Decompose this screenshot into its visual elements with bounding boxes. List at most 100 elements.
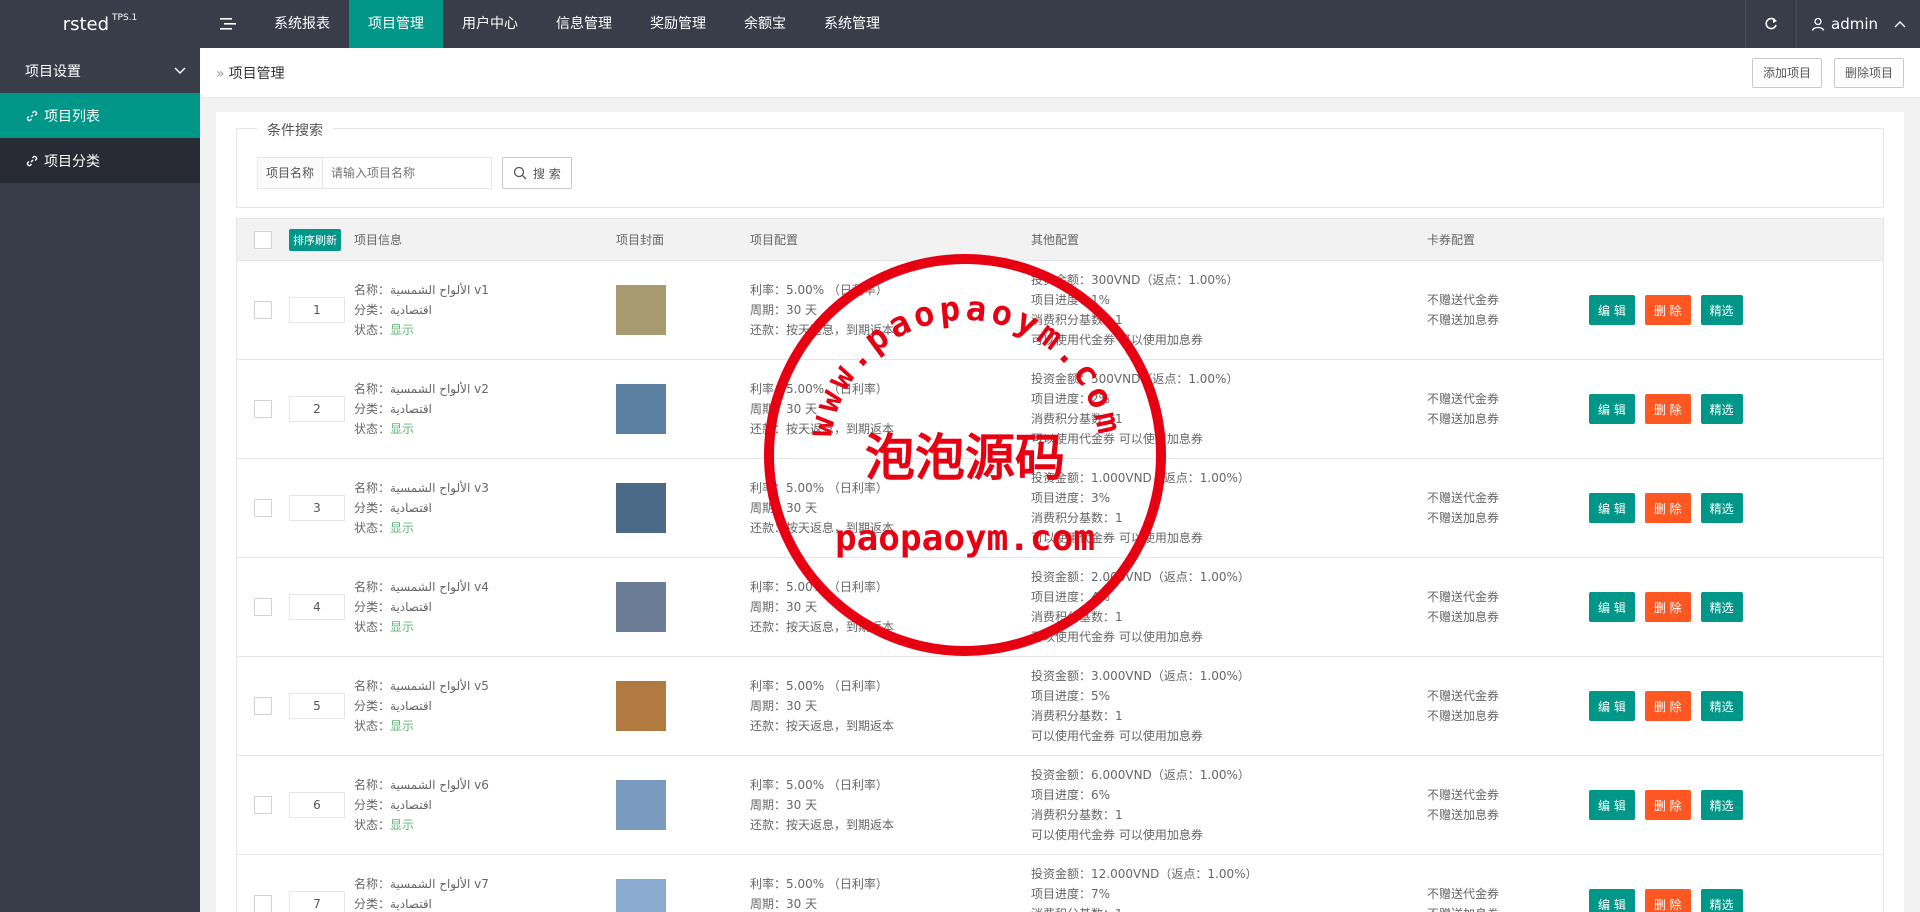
sidebar-item-0[interactable]: 项目列表	[0, 93, 200, 138]
edit-button[interactable]: 编 辑	[1589, 790, 1635, 820]
row-checkbox[interactable]	[254, 400, 272, 418]
config-line: 还款：按天返息，到期返本	[750, 719, 895, 733]
feature-button[interactable]: 精选	[1700, 889, 1743, 912]
sort-input[interactable]: 6	[289, 792, 345, 818]
search-button[interactable]: 搜 索	[502, 157, 572, 189]
feature-button[interactable]: 精选	[1700, 592, 1743, 622]
config-line: 还款：按天返息，到期返本	[750, 422, 895, 436]
nav-item-4[interactable]: 奖励管理	[631, 0, 725, 48]
config-line: 利率：5.00% （日利率）	[750, 382, 888, 396]
status-badge: 显示	[390, 719, 415, 733]
card-line: 不赠送代金券	[1427, 392, 1500, 406]
delete-button[interactable]: 删 除	[1644, 790, 1691, 820]
logo-version: TPS.1	[112, 13, 138, 23]
other-line: 可以使用代金券 可以使用加息券	[1031, 333, 1203, 347]
sidebar: 项目设置 项目列表项目分类	[0, 48, 200, 912]
row-checkbox[interactable]	[254, 499, 272, 517]
card-line: 不赠送代金券	[1427, 887, 1500, 901]
edit-button[interactable]: 编 辑	[1589, 691, 1635, 721]
sort-input[interactable]: 2	[289, 396, 345, 422]
other-line: 消费积分基数：1	[1031, 313, 1123, 327]
row-checkbox[interactable]	[254, 796, 272, 814]
top-nav: 系统报表 项目管理 用户中心 信息管理 奖励管理 余额宝 系统管理	[255, 0, 899, 48]
nav-item-3[interactable]: 信息管理	[537, 0, 631, 48]
header-card: 卡券配置	[1427, 233, 1476, 247]
info-line: 分类：اقتصادية	[354, 897, 432, 911]
sort-input[interactable]: 4	[289, 594, 345, 620]
edit-button[interactable]: 编 辑	[1589, 295, 1635, 325]
config-line: 还款：按天返息，到期返本	[750, 620, 895, 634]
sort-input[interactable]: 3	[289, 495, 345, 521]
sort-input[interactable]: 5	[289, 693, 345, 719]
edit-button[interactable]: 编 辑	[1589, 592, 1635, 622]
row-checkbox[interactable]	[254, 598, 272, 616]
info-line: 名称：الألواح الشمسية v6	[354, 778, 489, 792]
other-line: 可以使用代金券 可以使用加息券	[1031, 531, 1203, 545]
status-badge: 显示	[390, 818, 415, 832]
config-line: 周期：30 天	[750, 897, 818, 911]
feature-button[interactable]: 精选	[1700, 691, 1743, 721]
info-line: 分类：اقتصادية	[354, 402, 432, 416]
search-input[interactable]	[322, 157, 493, 189]
row-checkbox[interactable]	[254, 301, 272, 319]
status-badge: 显示	[390, 422, 415, 436]
info-line: 名称：الألواح الشمسية v5	[354, 679, 489, 693]
project-cover-image	[616, 879, 666, 912]
other-line: 投资金额：300VND（返点：1.00%）	[1031, 273, 1239, 287]
status-badge: 显示	[390, 620, 415, 634]
delete-button[interactable]: 删 除	[1644, 295, 1691, 325]
other-line: 投资金额：500VND（返点：1.00%）	[1031, 372, 1239, 386]
edit-button[interactable]: 编 辑	[1589, 493, 1635, 523]
feature-button[interactable]: 精选	[1700, 493, 1743, 523]
delete-button[interactable]: 删 除	[1644, 691, 1691, 721]
menu-toggle-icon[interactable]	[200, 0, 255, 48]
header-right: admin	[1745, 0, 1920, 48]
project-cover-image	[616, 582, 666, 632]
user-menu[interactable]: admin	[1797, 15, 1920, 33]
card-line: 不赠送加息券	[1427, 709, 1500, 723]
config-line: 周期：30 天	[750, 699, 818, 713]
other-line: 消费积分基数：1	[1031, 412, 1123, 426]
feature-button[interactable]: 精选	[1700, 790, 1743, 820]
sort-refresh-button[interactable]: 排序刷新	[289, 228, 341, 251]
refresh-icon[interactable]	[1745, 0, 1797, 48]
sidebar-group-project-settings[interactable]: 项目设置	[0, 48, 200, 93]
breadcrumb: » 项目管理 添加项目 删除项目	[200, 48, 1920, 98]
row-checkbox[interactable]	[254, 895, 272, 912]
nav-item-0[interactable]: 系统报表	[255, 0, 349, 48]
sort-input[interactable]: 1	[289, 297, 345, 323]
delete-button[interactable]: 删 除	[1644, 592, 1691, 622]
sort-input[interactable]: 7	[289, 891, 345, 912]
feature-button[interactable]: 精选	[1700, 394, 1743, 424]
add-project-button[interactable]: 添加项目	[1751, 57, 1822, 88]
nav-item-1[interactable]: 项目管理	[349, 0, 443, 48]
card-line: 不赠送代金券	[1427, 788, 1500, 802]
select-all-checkbox[interactable]	[254, 230, 272, 249]
nav-item-6[interactable]: 系统管理	[805, 0, 899, 48]
row-checkbox[interactable]	[254, 697, 272, 715]
delete-button[interactable]: 删 除	[1644, 889, 1691, 912]
edit-button[interactable]: 编 辑	[1589, 394, 1635, 424]
nav-item-2[interactable]: 用户中心	[443, 0, 537, 48]
other-line: 可以使用代金券 可以使用加息券	[1031, 630, 1203, 644]
card-line: 不赠送代金券	[1427, 293, 1500, 307]
table-row: 6 名称：الألواح الشمسية v6 分类：اقتصادية 状态：显示 利率…	[237, 756, 1883, 855]
search-icon	[513, 166, 527, 180]
delete-project-button[interactable]: 删除项目	[1833, 57, 1904, 88]
feature-button[interactable]: 精选	[1700, 295, 1743, 325]
delete-button[interactable]: 删 除	[1644, 394, 1691, 424]
logo[interactable]: rsted TPS.1	[0, 0, 200, 48]
sidebar-item-1[interactable]: 项目分类	[0, 138, 200, 183]
card-line: 不赠送加息券	[1427, 412, 1500, 426]
sidebar-item-label: 项目列表	[44, 108, 100, 125]
delete-button[interactable]: 删 除	[1644, 493, 1691, 523]
status-label: 状态：	[354, 620, 391, 634]
config-line: 利率：5.00% （日利率）	[750, 679, 888, 693]
other-line: 项目进度：6%	[1031, 788, 1111, 802]
status-badge: 显示	[390, 323, 415, 337]
other-line: 项目进度：7%	[1031, 887, 1111, 901]
edit-button[interactable]: 编 辑	[1589, 889, 1635, 912]
content-panel: 条件搜索 项目名称 搜 索 排序刷新 项目信息 项目封面 项目配置 其他配置 卡…	[216, 112, 1904, 912]
other-line: 项目进度：5%	[1031, 689, 1111, 703]
nav-item-5[interactable]: 余额宝	[725, 0, 805, 48]
